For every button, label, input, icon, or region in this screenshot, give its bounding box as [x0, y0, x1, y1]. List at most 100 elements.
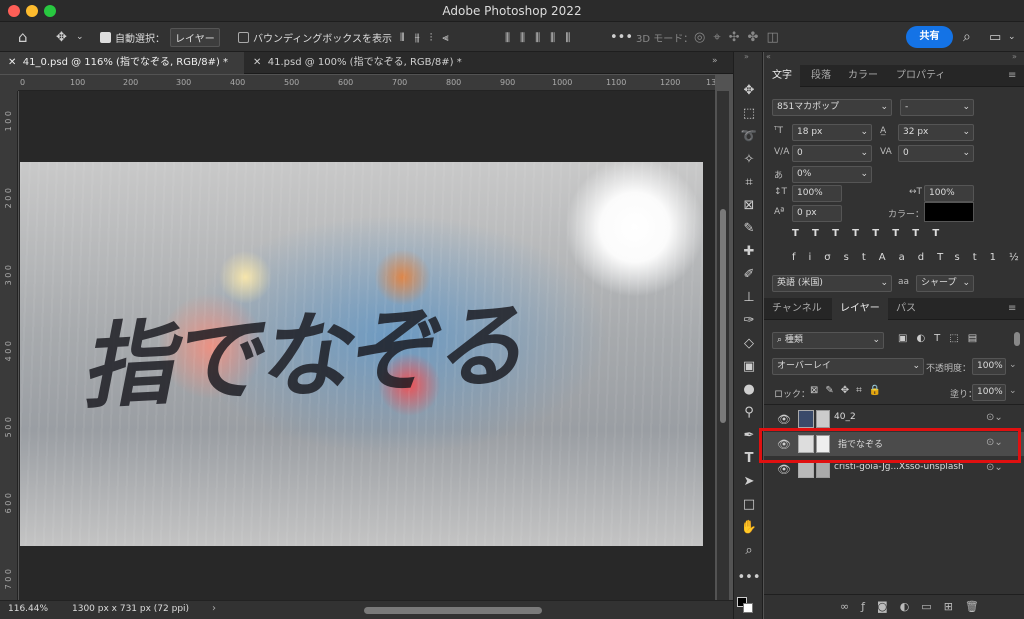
stamp-tool-icon[interactable]: ⊥	[737, 287, 761, 309]
text-color-swatch[interactable]	[924, 202, 974, 222]
home-icon[interactable]: ⌂	[18, 22, 28, 52]
collapse-panel-icon[interactable]: «	[766, 52, 771, 61]
antialias-select[interactable]: シャープ ⌄	[916, 275, 974, 292]
tab-character[interactable]: 文字	[764, 65, 800, 87]
ruler-tick: 700	[392, 78, 408, 87]
lasso-tool-icon[interactable]: ➰	[737, 126, 761, 148]
dodge-tool-icon[interactable]: ⚲	[737, 402, 761, 424]
crop-tool-icon[interactable]: ⌗	[737, 172, 761, 194]
vertical-scale-field[interactable]: 100%	[792, 185, 842, 202]
blend-mode-value: オーバーレイ	[777, 361, 831, 371]
panel-menu-icon[interactable]: ≡	[1008, 303, 1016, 314]
move-tool-icon[interactable]: ✥	[56, 22, 67, 52]
hand-tool-icon[interactable]: ✋	[737, 517, 761, 539]
collapse-panel-icon[interactable]: »	[1012, 52, 1017, 61]
filter-toggle[interactable]	[1014, 332, 1020, 346]
tab-properties[interactable]: プロパティ	[888, 65, 953, 87]
document-tab-bar: ✕ 41_0.psd @ 116% (指でなぞる, RGB/8#) * ✕ 41…	[0, 52, 733, 74]
opacity-field[interactable]: 100%	[972, 358, 1006, 375]
font-family-select[interactable]: 851マカポップ ⌄	[772, 99, 892, 116]
opacity-chevron-icon[interactable]: ⌄	[1009, 360, 1017, 370]
tab-color[interactable]: カラー	[840, 65, 886, 87]
pen-tool-icon[interactable]: ✒	[737, 425, 761, 447]
path-selection-tool-icon[interactable]: ➤	[737, 471, 761, 493]
tool-preset-chevron-icon[interactable]: ⌄	[76, 22, 84, 52]
tab-channels[interactable]: チャンネル	[764, 298, 830, 320]
auto-select-checkbox[interactable]: 自動選択：	[100, 22, 165, 52]
search-icon[interactable]: ⌕	[963, 22, 971, 52]
document-tab[interactable]: ✕ 41.psd @ 100% (指でなぞる, RGB/8#) *	[245, 52, 477, 74]
font-size-field[interactable]: 18 px ⌄	[792, 124, 872, 141]
canvas-area[interactable]: 指でなぞる	[19, 91, 715, 600]
type-tool-icon[interactable]: T	[737, 448, 761, 470]
visibility-eye-icon[interactable]: 👁	[777, 463, 791, 476]
fill-field[interactable]: 100%	[972, 384, 1006, 401]
frame-tool-icon[interactable]: ⊠	[737, 195, 761, 217]
horizontal-ruler[interactable]: 0 100 200 300 400 500 600 700 800 900 10…	[18, 75, 715, 91]
opentype-buttons[interactable]: fiσstAadTst1½	[792, 252, 1024, 263]
workspace-chevron-icon[interactable]: ⌄	[1008, 22, 1016, 52]
background-color-swatch[interactable]	[743, 603, 753, 613]
layer-filter-buttons[interactable]: ▣◐T⬚▤	[898, 333, 986, 344]
font-style-select[interactable]: - ⌄	[900, 99, 974, 116]
collapse-tools-icon[interactable]: »	[744, 52, 749, 61]
eyedropper-tool-icon[interactable]: ✎	[737, 218, 761, 240]
move-tool-icon[interactable]: ✥	[737, 80, 761, 102]
distribute-buttons[interactable]: ⫼⫼⫼⫼⫼	[505, 22, 580, 52]
zoom-level[interactable]: 116.44%	[8, 604, 48, 614]
rectangle-tool-icon[interactable]: □	[737, 494, 761, 516]
blur-tool-icon[interactable]: ●	[737, 379, 761, 401]
tab-paths[interactable]: パス	[888, 298, 924, 320]
more-options-icon[interactable]: •••	[610, 22, 633, 52]
layer-effects-icon[interactable]: ⊙⌄	[986, 462, 1003, 473]
collapse-tabs-icon[interactable]: »	[712, 56, 718, 66]
fill-chevron-icon[interactable]: ⌄	[1009, 386, 1017, 396]
zoom-tool-icon[interactable]: ⌕	[737, 540, 761, 562]
document-tab[interactable]: ✕ 41_0.psd @ 116% (指でなぞる, RGB/8#) *	[0, 52, 244, 74]
vertical-scroll-thumb[interactable]	[720, 209, 726, 423]
vertical-ruler[interactable]: 1 0 0 2 0 0 3 0 0 4 0 0 5 0 0 6 0 0 7 0 …	[0, 91, 18, 600]
eraser-tool-icon[interactable]: ◇	[737, 333, 761, 355]
layer-actions-bar[interactable]: ∞ƒ◙◐▭⊞🗑	[840, 600, 991, 613]
marquee-tool-icon[interactable]: ⬚	[737, 103, 761, 125]
show-transform-checkbox[interactable]: バウンディングボックスを表示	[238, 22, 392, 52]
horizontal-scale-field[interactable]: 100%	[924, 185, 974, 202]
character-panel-tabs: 文字 段落 カラー プロパティ ≡	[764, 65, 1024, 87]
edit-toolbar-icon[interactable]: •••	[737, 567, 761, 589]
brush-tool-icon[interactable]: ✐	[737, 264, 761, 286]
horizontal-scroll-thumb[interactable]	[364, 607, 542, 614]
tab-paragraph[interactable]: 段落	[803, 65, 839, 87]
layer-mask-thumbnail	[816, 410, 830, 428]
language-select[interactable]: 英語 (米国) ⌄	[772, 275, 892, 292]
healing-brush-tool-icon[interactable]: ✚	[737, 241, 761, 263]
baseline-shift-field[interactable]: 0 px	[792, 205, 842, 222]
share-button[interactable]: 共有	[906, 26, 953, 48]
title-bar: Adobe Photoshop 2022	[0, 0, 1024, 22]
visibility-eye-icon[interactable]: 👁	[777, 413, 791, 426]
align-buttons[interactable]: ⫴⫵⫶⫷	[400, 22, 459, 52]
history-brush-tool-icon[interactable]: ✑	[737, 310, 761, 332]
tracking-field[interactable]: 0 ⌄	[898, 145, 974, 162]
close-tab-icon[interactable]: ✕	[8, 57, 16, 68]
layer-filter-select[interactable]: ⌕ 種類 ⌄	[772, 332, 884, 349]
workspace-icon[interactable]: ▭	[989, 22, 1001, 52]
blend-mode-select[interactable]: オーバーレイ ⌄	[772, 358, 924, 375]
magic-wand-tool-icon[interactable]: ✧	[737, 149, 761, 171]
kerning-field[interactable]: 0 ⌄	[792, 145, 872, 162]
text-style-buttons[interactable]: TTTTTTTT	[792, 228, 952, 239]
close-tab-icon[interactable]: ✕	[253, 57, 261, 68]
gradient-tool-icon[interactable]: ▣	[737, 356, 761, 378]
leading-field[interactable]: 32 px ⌄	[898, 124, 974, 141]
tools-panel: » ✥ ⬚ ➰ ✧ ⌗ ⊠ ✎ ✚ ✐ ⊥ ✑ ◇ ▣ ● ⚲ ✒ T ➤ □ …	[733, 52, 763, 619]
lock-buttons[interactable]: ⊠✎✥⌗🔒	[810, 385, 888, 396]
layer-effects-icon[interactable]: ⊙⌄	[986, 412, 1003, 423]
status-expand-icon[interactable]: ›	[212, 603, 216, 614]
tsume-field[interactable]: 0% ⌄	[792, 166, 872, 183]
auto-select-target-select[interactable]: レイヤー	[170, 22, 220, 52]
panel-menu-icon[interactable]: ≡	[1008, 70, 1016, 81]
tab-layers[interactable]: レイヤー	[832, 298, 888, 320]
document-image[interactable]: 指でなぞる	[20, 162, 703, 546]
vertical-scrollbar[interactable]	[717, 91, 729, 600]
ruler-tick: 800	[446, 78, 462, 87]
3d-mode-icons[interactable]: ◎⌖✣✤◫	[694, 22, 787, 52]
